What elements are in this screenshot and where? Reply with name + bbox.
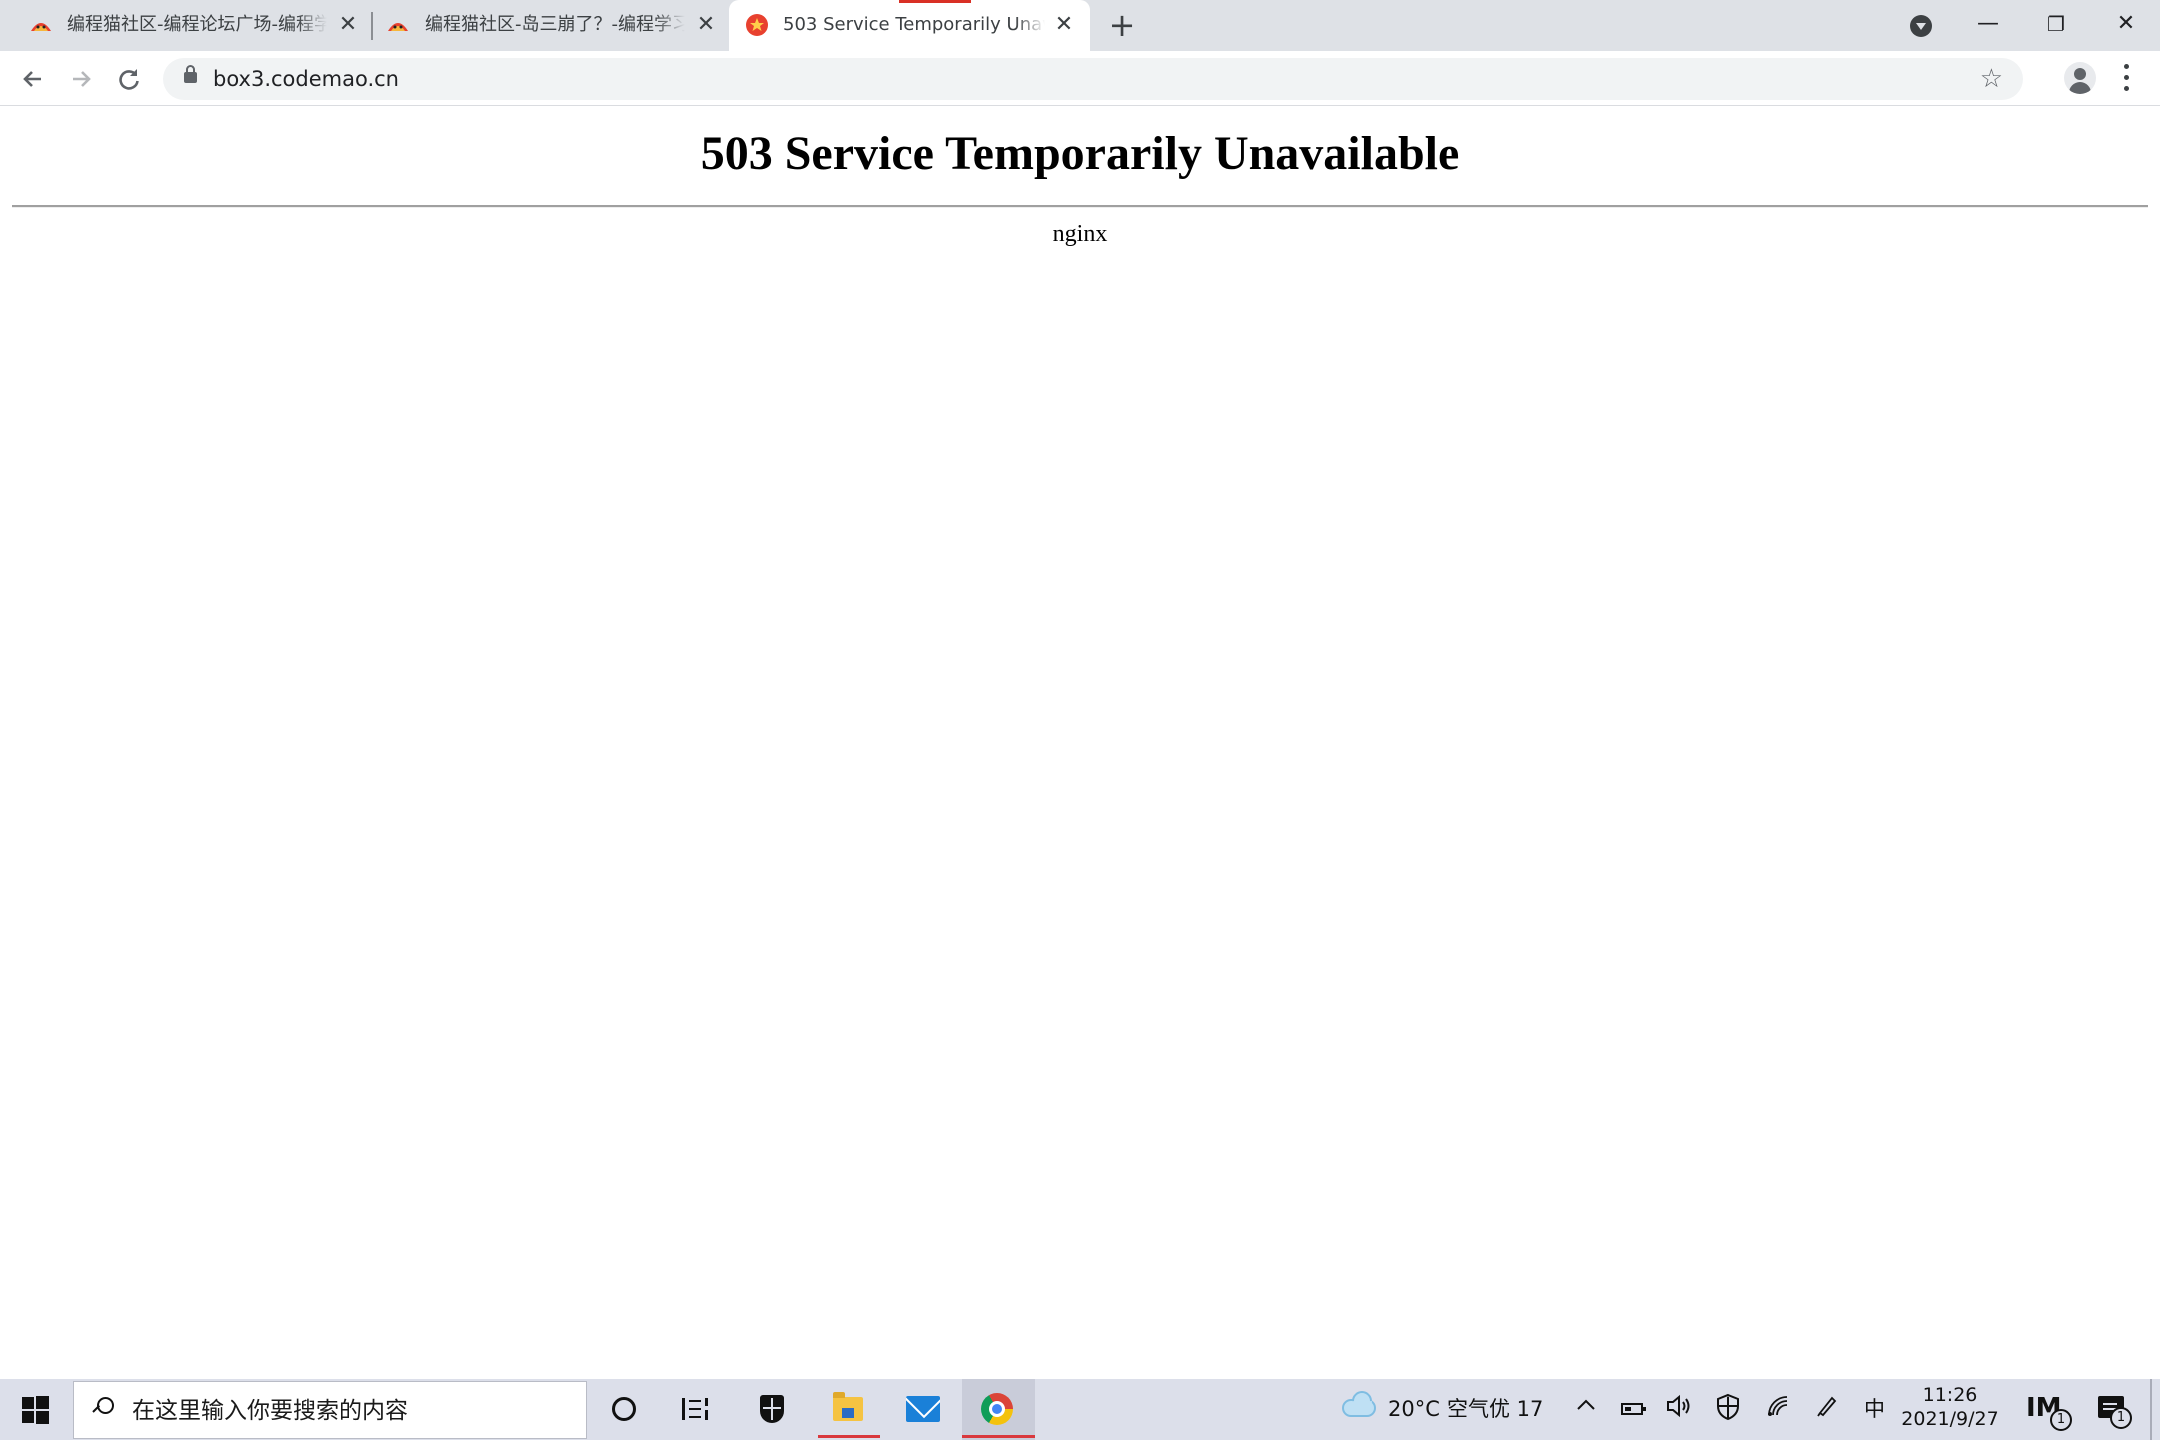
pen-glyph-icon (1817, 1396, 1837, 1417)
search-icon (91, 1397, 114, 1419)
file-explorer-icon[interactable] (833, 1392, 863, 1421)
tab-title: 503 Service Temporarily Unavailable (783, 14, 1045, 36)
speaker-icon (1667, 1394, 1690, 1418)
media-indicator (899, 0, 971, 3)
restore-button[interactable]: ❐ (2031, 6, 2081, 42)
back-button[interactable] (17, 63, 49, 95)
chrome-icon[interactable] (981, 1393, 1013, 1425)
pen-icon[interactable] (1812, 1393, 1842, 1426)
reload-button[interactable] (113, 63, 145, 95)
profile-avatar-icon[interactable] (2064, 62, 2096, 94)
notification-badge: 1 (2110, 1407, 2132, 1429)
wifi-arcs-icon (1768, 1396, 1788, 1416)
battery-icon[interactable] (1621, 1403, 1646, 1415)
security-shield-icon[interactable] (760, 1395, 784, 1423)
box3-star-icon (746, 14, 768, 36)
volume-icon[interactable] (1664, 1393, 1694, 1426)
url-text[interactable]: box3.codemao.cn (213, 67, 399, 91)
task-view-glyph (682, 1398, 708, 1420)
tab-503-error[interactable]: 503 Service Temporarily Unavailable ✕ (729, 0, 1090, 51)
window-close-button[interactable]: ✕ (2101, 6, 2151, 42)
arrow-left-icon (23, 71, 41, 87)
im-badge: 1 (2050, 1409, 2072, 1431)
start-logo-pane (22, 1397, 34, 1409)
start-logo-pane (22, 1411, 34, 1423)
system-clock[interactable]: 11:26 2021/9/27 (1895, 1383, 2005, 1431)
defender-shield-icon[interactable] (1713, 1393, 1743, 1428)
start-logo-pane (36, 1411, 49, 1424)
minimize-button[interactable]: — (1963, 6, 2013, 42)
task-view-icon[interactable] (680, 1396, 710, 1422)
codemao-cat-icon (388, 23, 408, 31)
tab-codemao-post[interactable]: 编程猫社区-岛三崩了？-编程学习 ✕ (358, 0, 728, 51)
error-heading: 503 Service Temporarily Unavailable (700, 127, 1460, 180)
more-menu-icon[interactable] (2118, 62, 2134, 94)
running-indicator (962, 1435, 1035, 1438)
mail-icon[interactable] (906, 1396, 940, 1422)
taskbar-search-box[interactable]: 在这里输入你要搜索的内容 (73, 1381, 587, 1439)
tab-close-icon[interactable]: ✕ (336, 13, 360, 37)
lock-icon[interactable] (184, 65, 197, 83)
address-bar[interactable]: box3.codemao.cn ☆ (163, 58, 2023, 100)
tab-codemao-forum[interactable]: 编程猫社区-编程论坛广场-编程学 ✕ (0, 0, 365, 51)
windows-taskbar: 在这里输入你要搜索的内容 20°C 空气优 17 中 11:26 2021/9/… (0, 1379, 2160, 1440)
search-placeholder: 在这里输入你要搜索的内容 (132, 1398, 408, 1424)
windows-start-icon[interactable] (22, 1396, 50, 1424)
new-tab-button[interactable]: + (1108, 9, 1136, 41)
clock-date: 2021/9/27 (1901, 1408, 1999, 1430)
menu-dot (2124, 64, 2129, 69)
ime-indicator[interactable]: 中 (1864, 1396, 1885, 1422)
tab-title: 编程猫社区-编程论坛广场-编程学 (67, 14, 327, 36)
show-hidden-icons-chevron-icon[interactable] (1573, 1393, 1599, 1423)
tab-close-icon[interactable]: ✕ (1052, 13, 1076, 37)
running-indicator (818, 1435, 880, 1438)
chevron-up-icon (1577, 1399, 1595, 1410)
wifi-icon[interactable] (1763, 1393, 1793, 1426)
shield-check-icon (1717, 1393, 1739, 1421)
tab-strip: 编程猫社区-编程论坛广场-编程学 ✕ 编程猫社区-岛三崩了？-编程学习 ✕ 50… (0, 0, 2160, 51)
weather-cloud-icon[interactable] (1342, 1399, 1376, 1417)
menu-dot (2124, 75, 2129, 80)
bookmark-star-icon[interactable]: ☆ (1980, 64, 2003, 94)
reload-icon (119, 69, 139, 90)
page-content: 503 Service Temporarily Unavailable ngin… (0, 107, 2160, 1379)
weather-air-quality[interactable]: 空气优 17 (1447, 1396, 1543, 1422)
divider (12, 205, 2148, 208)
cortana-icon[interactable] (612, 1397, 636, 1421)
server-signature: nginx (1052, 221, 1108, 247)
browser-toolbar: box3.codemao.cn ☆ (0, 51, 2160, 106)
avatar-head (2074, 68, 2086, 80)
show-desktop-button[interactable] (2150, 1379, 2152, 1440)
forward-button[interactable] (65, 63, 97, 95)
menu-dot (2124, 86, 2129, 91)
tab-search-icon[interactable] (1910, 15, 1932, 37)
weather-temperature[interactable]: 20°C (1388, 1396, 1440, 1422)
start-logo-pane (36, 1396, 49, 1409)
arrow-right-icon (73, 71, 91, 87)
clock-time: 11:26 (1922, 1384, 1978, 1406)
avatar-body (2069, 82, 2091, 94)
tab-title: 编程猫社区-岛三崩了？-编程学习 (425, 14, 685, 36)
tab-close-icon[interactable]: ✕ (694, 13, 718, 37)
codemao-cat-icon (31, 23, 51, 31)
